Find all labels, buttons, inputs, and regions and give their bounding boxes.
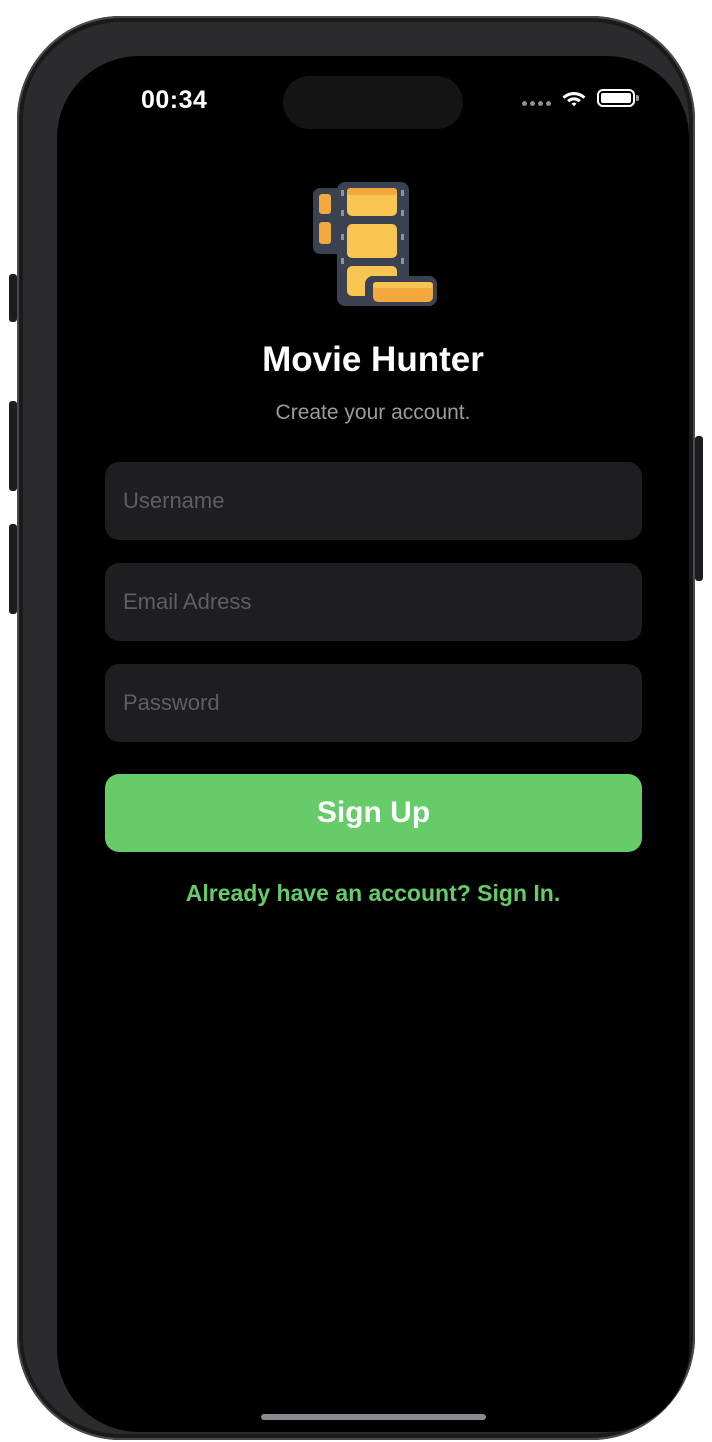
email-field[interactable] — [105, 563, 642, 641]
app-title: Movie Hunter — [262, 340, 484, 379]
email-input[interactable] — [105, 563, 642, 641]
home-indicator[interactable] — [261, 1414, 486, 1420]
volume-down-button — [9, 524, 17, 614]
wifi-icon — [562, 92, 586, 107]
sign-up-button[interactable]: Sign Up — [105, 774, 642, 852]
battery-icon — [597, 89, 639, 107]
status-time: 00:34 — [141, 86, 208, 114]
status-icons — [522, 88, 639, 108]
username-input[interactable] — [105, 462, 642, 540]
power-button — [695, 436, 703, 581]
volume-up-button — [9, 401, 17, 491]
action-button — [9, 274, 17, 322]
password-input[interactable] — [105, 664, 642, 742]
sign-in-link[interactable]: Already have an account? Sign In. — [57, 880, 689, 907]
app-screen: 00:34 Movie Hunter Create your account. … — [57, 56, 689, 1432]
dynamic-island — [283, 76, 463, 129]
app-subtitle: Create your account. — [275, 401, 471, 424]
cellular-signal-icon — [522, 100, 551, 106]
username-field[interactable] — [105, 462, 642, 540]
phone-frame: 00:34 Movie Hunter Create your account. … — [9, 16, 703, 1440]
password-field[interactable] — [105, 664, 642, 742]
film-reel-icon — [313, 182, 437, 306]
